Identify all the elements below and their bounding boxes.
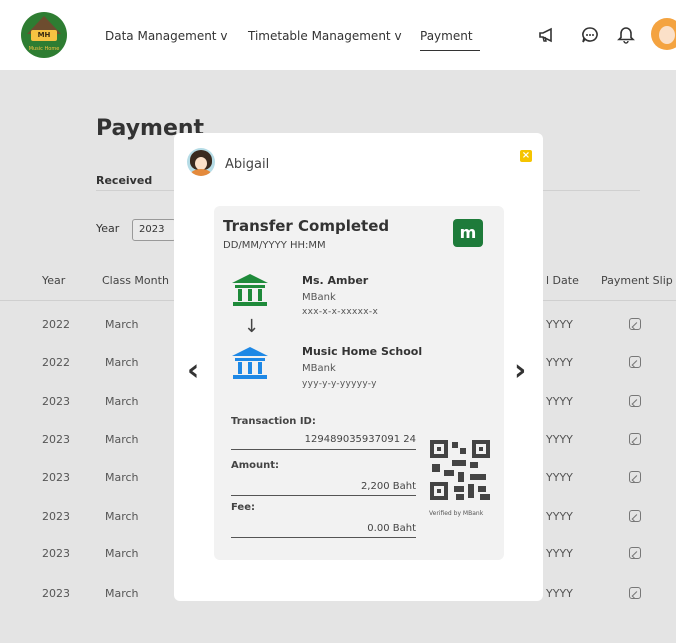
music-home-logo[interactable]: MH Music Home [21, 12, 67, 58]
student-name: Abigail [225, 157, 270, 172]
receipt-datetime: DD/MM/YYYY HH:MM [223, 240, 326, 251]
prev-slip-button[interactable]: ‹ [187, 353, 199, 388]
image-icon[interactable] [629, 395, 641, 407]
image-icon[interactable] [629, 318, 641, 330]
row-month: March [105, 587, 139, 600]
row-year: 2022 [42, 356, 70, 369]
amount-label: Amount: [231, 460, 280, 471]
megaphone-icon[interactable] [537, 25, 557, 45]
bell-icon[interactable] [616, 25, 636, 45]
field-underline [231, 537, 416, 538]
row-month: March [105, 356, 139, 369]
row-month: March [105, 433, 139, 446]
year-filter-select[interactable]: 2023 [132, 219, 176, 241]
student-avatar [187, 148, 215, 176]
row-date: YYYY [546, 587, 573, 600]
fee-value: 0.00 Baht [367, 523, 416, 534]
user-avatar[interactable] [651, 18, 676, 50]
image-icon[interactable] [629, 433, 641, 445]
recipient-name: Music Home School [302, 345, 423, 358]
image-icon[interactable] [629, 510, 641, 522]
row-month: March [105, 510, 139, 523]
image-icon[interactable] [629, 356, 641, 368]
row-date: YYYY [546, 471, 573, 484]
row-year: 2023 [42, 547, 70, 560]
year-filter-label: Year [96, 222, 120, 235]
avatar-face [659, 26, 675, 44]
mbank-logo: m [453, 219, 483, 247]
amount-value: 2,200 Baht [360, 481, 416, 492]
chat-icon[interactable] [580, 25, 600, 45]
column-header-payment-slip: Payment Slip [601, 274, 673, 287]
image-icon[interactable] [629, 547, 641, 559]
arrow-down-icon: ↓ [244, 316, 260, 337]
logo-mh-text: MH [31, 30, 57, 41]
transaction-id-label: Transaction ID: [231, 416, 316, 427]
avatar-shirt [191, 169, 211, 176]
nav-payment[interactable]: Payment [420, 29, 480, 51]
receipt-title: Transfer Completed [223, 217, 390, 235]
top-nav: MH Music Home Data Management v Timetabl… [0, 0, 676, 70]
row-date: YYYY [546, 395, 573, 408]
sender-bank: MBank [302, 292, 336, 303]
row-year: 2023 [42, 471, 70, 484]
field-underline [231, 449, 416, 450]
recipient-bank: MBank [302, 363, 336, 374]
row-month: March [105, 547, 139, 560]
row-year: 2022 [42, 318, 70, 331]
row-year: 2023 [42, 510, 70, 523]
qr-code-icon [430, 440, 490, 500]
column-header-year: Year [42, 274, 66, 287]
payment-slip-modal: Abigail × ‹ › Transfer Completed DD/MM/Y… [174, 133, 543, 601]
bank-icon [232, 347, 268, 379]
nav-timetable-management[interactable]: Timetable Management v [248, 29, 402, 43]
next-slip-button[interactable]: › [514, 353, 526, 388]
tab-received[interactable]: Received [96, 174, 152, 187]
transaction-id-value: 129489035937091 24 [304, 434, 416, 445]
nav-data-management[interactable]: Data Management v [105, 29, 227, 43]
logo-subtext: Music Home [28, 46, 60, 52]
row-date: YYYY [546, 510, 573, 523]
row-date: YYYY [546, 356, 573, 369]
row-month: March [105, 318, 139, 331]
row-month: March [105, 471, 139, 484]
recipient-account: yyy-y-y-yyyyy-y [302, 379, 377, 389]
transfer-receipt: Transfer Completed DD/MM/YYYY HH:MM m Ms… [214, 206, 504, 560]
verified-by-text: Verified by MBank [429, 510, 484, 517]
column-header-approval-date: l Date [546, 274, 579, 287]
image-icon[interactable] [629, 471, 641, 483]
column-header-class-month: Class Month [102, 274, 169, 287]
bank-icon [232, 274, 268, 306]
fee-label: Fee: [231, 502, 255, 513]
row-date: YYYY [546, 547, 573, 560]
row-date: YYYY [546, 433, 573, 446]
field-underline [231, 495, 416, 496]
row-month: March [105, 395, 139, 408]
row-year: 2023 [42, 395, 70, 408]
sender-name: Ms. Amber [302, 274, 369, 287]
row-date: YYYY [546, 318, 573, 331]
image-icon[interactable] [629, 587, 641, 599]
row-year: 2023 [42, 587, 70, 600]
sender-account: xxx-x-x-xxxxx-x [302, 307, 379, 317]
row-year: 2023 [42, 433, 70, 446]
close-button[interactable]: × [520, 150, 532, 162]
